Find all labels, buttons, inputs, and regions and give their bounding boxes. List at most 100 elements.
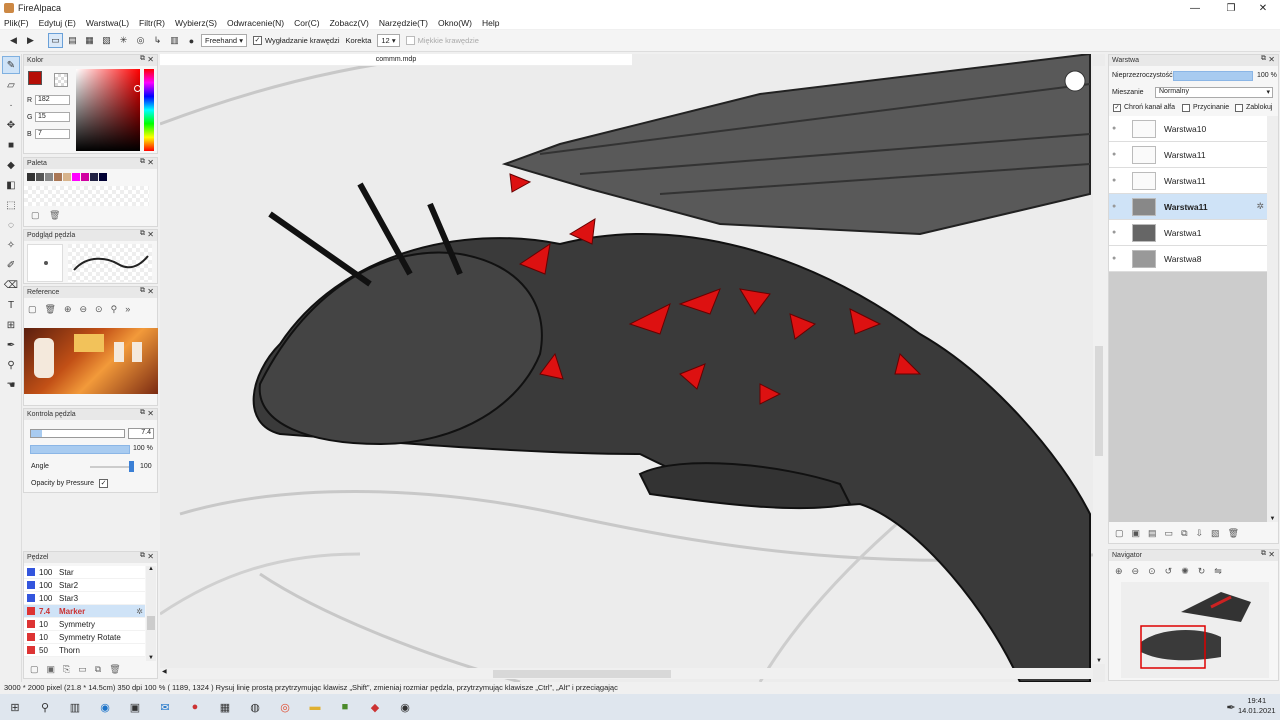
folder-icon[interactable]: ▬ (303, 696, 327, 718)
saturation-value-picker[interactable] (76, 69, 140, 151)
zoom-in-icon[interactable]: ⊕ (1115, 566, 1123, 577)
zoom-in-icon[interactable]: ⊕ (64, 304, 72, 315)
snap-3d-icon[interactable]: ▥ (167, 33, 182, 48)
layer-row[interactable]: ● Warstwa10 (1109, 116, 1267, 142)
menu-view[interactable]: Zobacz(V) (330, 18, 369, 28)
brush-item-symmetry-rotate[interactable]: 10 Symmetry Rotate (24, 631, 145, 644)
media-icon[interactable]: ▦ (213, 696, 237, 718)
brush-item-star[interactable]: 100 Star (24, 566, 145, 579)
hue-slider[interactable] (144, 69, 154, 151)
layer-row[interactable]: ● Warstwa1 (1109, 220, 1267, 246)
copy-brush-icon[interactable]: ⎘ (63, 664, 70, 675)
delete-reference-icon[interactable]: 🗑 (45, 304, 56, 315)
minimize-icon[interactable]: — (1178, 0, 1212, 16)
palette-swatch[interactable] (72, 173, 80, 181)
menu-tool[interactable]: Narzędzie(T) (379, 18, 428, 28)
secondary-color-swatch[interactable] (54, 73, 68, 87)
chrome-icon[interactable]: ◎ (273, 696, 297, 718)
rotate-reset-icon[interactable]: ✺ (1181, 566, 1189, 577)
soft-edge-checkbox[interactable] (405, 36, 415, 45)
float-icon[interactable]: ⧉ (140, 158, 145, 166)
palette-swatch[interactable] (54, 173, 62, 181)
new-reference-icon[interactable]: ▢ (28, 304, 37, 315)
menu-color[interactable]: Cor(C) (294, 18, 320, 28)
add-color-icon[interactable]: ▢ (31, 210, 40, 221)
zoom-out-icon[interactable]: ⊖ (80, 304, 88, 315)
close-icon[interactable]: ✕ (147, 409, 154, 418)
new-1bit-layer-icon[interactable]: ▤ (1148, 528, 1157, 539)
pen-tool-icon[interactable]: ✒ (2, 336, 20, 354)
visibility-icon[interactable]: ● (1112, 151, 1122, 158)
new-brush-icon[interactable]: ▢ (30, 664, 39, 675)
new-8bit-layer-icon[interactable]: ▣ (1132, 528, 1141, 539)
correction-select[interactable]: 12 ▾ (377, 34, 400, 47)
snap-curve-icon[interactable]: ↳ (150, 33, 165, 48)
restore-icon[interactable]: ❐ (1214, 0, 1248, 16)
menu-flip[interactable]: Odwracenie(N) (227, 18, 284, 28)
navigator-preview[interactable] (1121, 582, 1269, 678)
float-icon[interactable]: ⧉ (1261, 550, 1266, 558)
delete-brush-icon[interactable]: 🗑 (109, 664, 120, 675)
visibility-icon[interactable]: ● (1112, 177, 1122, 184)
close-icon[interactable]: ✕ (1268, 55, 1275, 64)
obs-icon[interactable]: ◉ (393, 696, 417, 718)
primary-color-swatch[interactable] (28, 71, 42, 85)
delete-color-icon[interactable]: 🗑 (49, 210, 60, 221)
float-icon[interactable]: ⧉ (140, 552, 145, 560)
angle-slider-handle[interactable] (129, 461, 134, 472)
firealpaca-icon[interactable]: ◍ (243, 696, 267, 718)
gear-icon[interactable]: ✲ (136, 607, 143, 616)
menu-edit[interactable]: Edytuj (E) (39, 18, 76, 28)
palette-swatch[interactable] (27, 173, 35, 181)
dot-tool-icon[interactable]: · (2, 96, 20, 114)
close-icon[interactable]: ✕ (147, 552, 154, 561)
eyedropper-tool-icon[interactable]: ⚲ (2, 356, 20, 374)
visibility-icon[interactable]: ● (1112, 203, 1122, 210)
store-icon[interactable]: ▣ (123, 696, 147, 718)
brush-size-slider[interactable] (30, 429, 125, 438)
menu-filter[interactable]: Filtr(R) (139, 18, 165, 28)
rotate-right-icon[interactable]: ↻ (1198, 566, 1206, 577)
brush-item-symmetry[interactable]: 10 Symmetry (24, 618, 145, 631)
mode-select[interactable]: Freehand ▾ (201, 34, 247, 47)
palette-swatch[interactable] (63, 173, 71, 181)
mail-icon[interactable]: ✉ (153, 696, 177, 718)
layer-list-scrollbar[interactable]: ▼ (1267, 116, 1278, 522)
angle-slider[interactable] (90, 466, 132, 468)
palette-swatch[interactable] (81, 173, 89, 181)
snap-circle-icon[interactable]: ◎ (133, 33, 148, 48)
menu-layer[interactable]: Warstwa(L) (86, 18, 129, 28)
bucket-tool-icon[interactable]: ◆ (2, 156, 20, 174)
duplicate-layer-icon[interactable]: ⧉ (1181, 528, 1187, 539)
menu-select[interactable]: Wybierz(S) (175, 18, 217, 28)
snap-parallel-icon[interactable]: ▤ (65, 33, 80, 48)
select-eraser-icon[interactable]: ⌫ (2, 276, 20, 294)
select-rect-icon[interactable]: ▭ (48, 33, 63, 48)
zoom-actual-icon[interactable]: ⊙ (1148, 566, 1156, 577)
magic-wand-icon[interactable]: ✧ (2, 236, 20, 254)
visibility-icon[interactable]: ● (1112, 255, 1122, 262)
among-us-icon[interactable]: ● (183, 696, 207, 718)
fill-rect-tool-icon[interactable]: ■ (2, 136, 20, 154)
zoom-out-icon[interactable]: ⊖ (1132, 566, 1140, 577)
brush-opacity-slider[interactable] (30, 445, 130, 454)
clear-layer-icon[interactable]: ▧ (1211, 528, 1220, 539)
undo-icon[interactable]: ◀ (6, 33, 21, 48)
brush-item-thorn[interactable]: 50 Thorn (24, 644, 145, 657)
palette-swatch[interactable] (45, 173, 53, 181)
layer-row[interactable]: ● Warstwa11 (1109, 168, 1267, 194)
windows-start-icon[interactable]: ⊞ (3, 696, 27, 718)
drawing-canvas[interactable] (159, 52, 1106, 684)
brush-tool-icon[interactable]: ✎ (2, 56, 20, 74)
move-tool-icon[interactable]: ✥ (2, 116, 20, 134)
snap-radial-icon[interactable]: ✳ (116, 33, 131, 48)
document-tab[interactable]: commm.mdp (160, 54, 632, 66)
frame-tool-icon[interactable]: ⊞ (2, 316, 20, 334)
layer-row[interactable]: ● Warstwa8 (1109, 246, 1267, 272)
close-icon[interactable]: ✕ (147, 230, 154, 239)
eyedropper-icon[interactable]: ⚲ (111, 304, 118, 315)
minecraft-icon[interactable]: ■ (333, 696, 357, 718)
layer-row[interactable]: ● Warstwa11 (1109, 142, 1267, 168)
new-folder-icon[interactable]: ▭ (1165, 528, 1174, 539)
snap-grid-icon[interactable]: ▦ (82, 33, 97, 48)
